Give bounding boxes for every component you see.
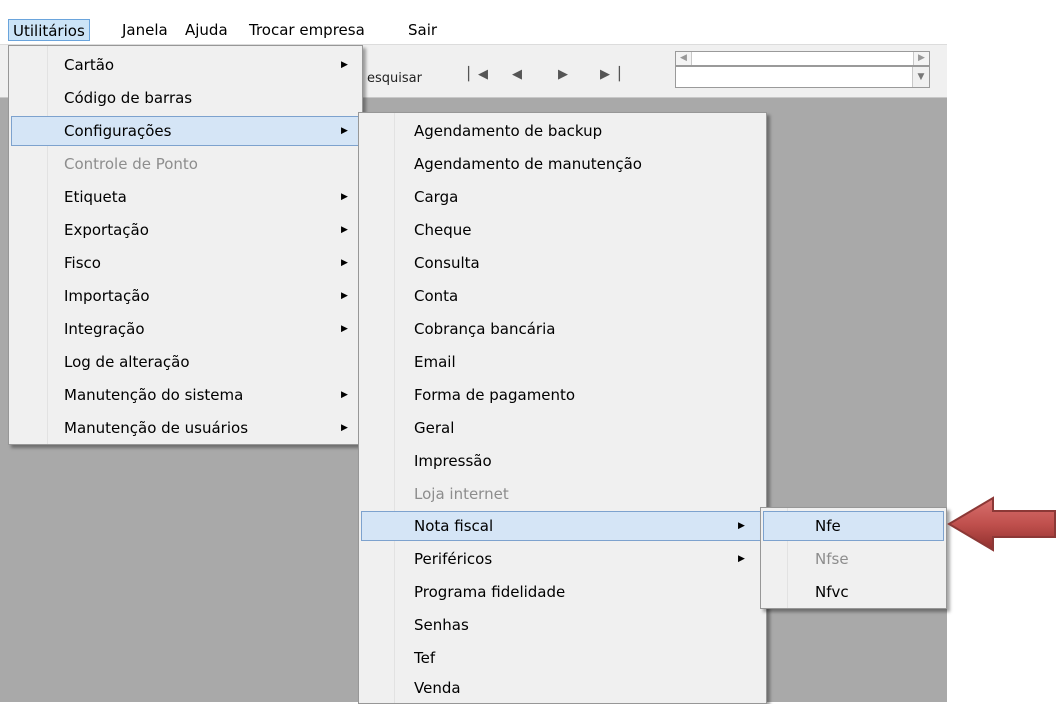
last-record-icon[interactable]: ▶▕ xyxy=(600,67,620,82)
filter-combobox[interactable]: ▼ xyxy=(675,66,930,88)
menu-item-label: Consulta xyxy=(414,254,480,272)
menu-item-label: Email xyxy=(414,353,456,371)
menu-item-loja-internet: Loja internet xyxy=(361,479,764,509)
menu-item-label: Cheque xyxy=(414,221,472,239)
menu-item-email[interactable]: Email xyxy=(361,347,764,377)
first-record-icon[interactable]: ▏◀ xyxy=(468,67,488,82)
menu-item-conta[interactable]: Conta xyxy=(361,281,764,311)
menu-item-label: Configurações xyxy=(64,122,172,140)
menu-item-label: Venda xyxy=(414,679,461,697)
submenu-arrow-icon: ▶ xyxy=(341,390,348,400)
submenu-arrow-icon: ▶ xyxy=(341,60,348,70)
red-arrow-callout-icon xyxy=(947,496,1056,552)
menu-item-label: Agendamento de manutenção xyxy=(414,155,642,173)
menu-item-venda[interactable]: Venda xyxy=(361,673,764,703)
menu-item-label: Nfse xyxy=(815,550,849,568)
previous-record-icon[interactable]: ◀ xyxy=(512,67,522,82)
menu-item-label: Conta xyxy=(414,287,459,305)
menu-item-label: Nota fiscal xyxy=(414,517,494,535)
menu-item-label: Importação xyxy=(64,287,150,305)
submenu-arrow-icon: ▶ xyxy=(341,192,348,202)
menu-sair[interactable]: Sair xyxy=(404,19,441,41)
menu-item-label: Forma de pagamento xyxy=(414,386,576,404)
submenu-arrow-icon: ▶ xyxy=(341,423,348,433)
menu-item-log-de-alteracao[interactable]: Log de alteração xyxy=(11,347,360,377)
submenu-arrow-icon: ▶ xyxy=(341,126,348,136)
configuracoes-submenu: Agendamento de backup Agendamento de man… xyxy=(358,112,767,704)
horizontal-scrollbar[interactable]: ◀ ▶ xyxy=(675,51,930,66)
menu-item-tef[interactable]: Tef xyxy=(361,643,764,673)
menu-item-impressao[interactable]: Impressão xyxy=(361,446,764,476)
menu-item-cartao[interactable]: Cartão ▶ xyxy=(11,50,360,80)
menu-item-nfse: Nfse xyxy=(763,544,944,574)
menu-item-label: Exportação xyxy=(64,221,149,239)
menu-item-programa-fidelidade[interactable]: Programa fidelidade xyxy=(361,577,764,607)
menu-item-integracao[interactable]: Integração ▶ xyxy=(11,314,360,344)
menu-item-label: Código de barras xyxy=(64,89,193,107)
menu-item-label: Loja internet xyxy=(414,485,509,503)
menu-item-agendamento-de-manutencao[interactable]: Agendamento de manutenção xyxy=(361,149,764,179)
menu-item-carga[interactable]: Carga xyxy=(361,182,764,212)
menu-item-label: Geral xyxy=(414,419,455,437)
menu-item-nfe[interactable]: Nfe xyxy=(763,511,944,541)
menu-item-configuracoes[interactable]: Configurações ▶ xyxy=(11,116,360,146)
menu-item-cheque[interactable]: Cheque xyxy=(361,215,764,245)
menu-utilitarios[interactable]: Utilitários xyxy=(8,19,90,41)
menu-item-cobranca-bancaria[interactable]: Cobrança bancária xyxy=(361,314,764,344)
menu-item-label: Nfe xyxy=(815,517,841,535)
menu-item-codigo-de-barras[interactable]: Código de barras xyxy=(11,83,360,113)
menu-item-agendamento-de-backup[interactable]: Agendamento de backup xyxy=(361,116,764,146)
menu-ajuda[interactable]: Ajuda xyxy=(181,19,232,41)
menu-item-label: Etiqueta xyxy=(64,188,127,206)
menu-item-label: Log de alteração xyxy=(64,353,190,371)
menu-item-forma-de-pagamento[interactable]: Forma de pagamento xyxy=(361,380,764,410)
scroll-right-icon[interactable]: ▶ xyxy=(913,52,929,65)
menu-janela[interactable]: Janela xyxy=(118,19,172,41)
submenu-arrow-icon: ▶ xyxy=(738,521,745,531)
menu-item-controle-de-ponto: Controle de Ponto xyxy=(11,149,360,179)
menu-item-label: Agendamento de backup xyxy=(414,122,603,140)
chevron-down-icon[interactable]: ▼ xyxy=(912,67,929,87)
utilitarios-dropdown: Cartão ▶ Código de barras Configurações … xyxy=(8,45,363,445)
menu-item-label: Cobrança bancária xyxy=(414,320,556,338)
submenu-arrow-icon: ▶ xyxy=(341,324,348,334)
menu-item-manutencao-do-sistema[interactable]: Manutenção do sistema ▶ xyxy=(11,380,360,410)
menu-item-label: Cartão xyxy=(64,56,115,74)
menu-item-exportacao[interactable]: Exportação ▶ xyxy=(11,215,360,245)
search-label[interactable]: esquisar xyxy=(367,71,422,86)
menu-item-label: Tef xyxy=(414,649,436,667)
scroll-left-icon[interactable]: ◀ xyxy=(676,52,692,65)
menu-item-label: Manutenção de usuários xyxy=(64,419,249,437)
menu-item-consulta[interactable]: Consulta xyxy=(361,248,764,278)
menu-item-geral[interactable]: Geral xyxy=(361,413,764,443)
menu-item-perifericos[interactable]: Periféricos ▶ xyxy=(361,544,764,574)
menu-item-label: Manutenção do sistema xyxy=(64,386,244,404)
menu-item-label: Nfvc xyxy=(815,583,849,601)
menu-item-label: Periféricos xyxy=(414,550,493,568)
menu-trocar-empresa[interactable]: Trocar empresa xyxy=(245,19,369,41)
menu-item-manutencao-de-usuarios[interactable]: Manutenção de usuários ▶ xyxy=(11,413,360,443)
menu-bar: Utilitários Janela Ajuda Trocar empresa … xyxy=(0,16,947,45)
submenu-arrow-icon: ▶ xyxy=(341,291,348,301)
next-record-icon[interactable]: ▶ xyxy=(558,67,568,82)
menu-item-label: Fisco xyxy=(64,254,101,272)
menu-item-label: Integração xyxy=(64,320,145,338)
menu-item-label: Controle de Ponto xyxy=(64,155,198,173)
menu-item-importacao[interactable]: Importação ▶ xyxy=(11,281,360,311)
menu-item-nota-fiscal[interactable]: Nota fiscal ▶ xyxy=(361,511,764,541)
menu-item-label: Senhas xyxy=(414,616,469,634)
submenu-arrow-icon: ▶ xyxy=(738,554,745,564)
nota-fiscal-submenu: Nfe Nfse Nfvc xyxy=(760,507,947,609)
menu-item-label: Impressão xyxy=(414,452,492,470)
menu-item-fisco[interactable]: Fisco ▶ xyxy=(11,248,360,278)
submenu-arrow-icon: ▶ xyxy=(341,258,348,268)
menu-item-label: Carga xyxy=(414,188,459,206)
menu-item-nfvc[interactable]: Nfvc xyxy=(763,577,944,607)
menu-item-label: Programa fidelidade xyxy=(414,583,566,601)
menu-item-etiqueta[interactable]: Etiqueta ▶ xyxy=(11,182,360,212)
menu-item-senhas[interactable]: Senhas xyxy=(361,610,764,640)
submenu-arrow-icon: ▶ xyxy=(341,225,348,235)
